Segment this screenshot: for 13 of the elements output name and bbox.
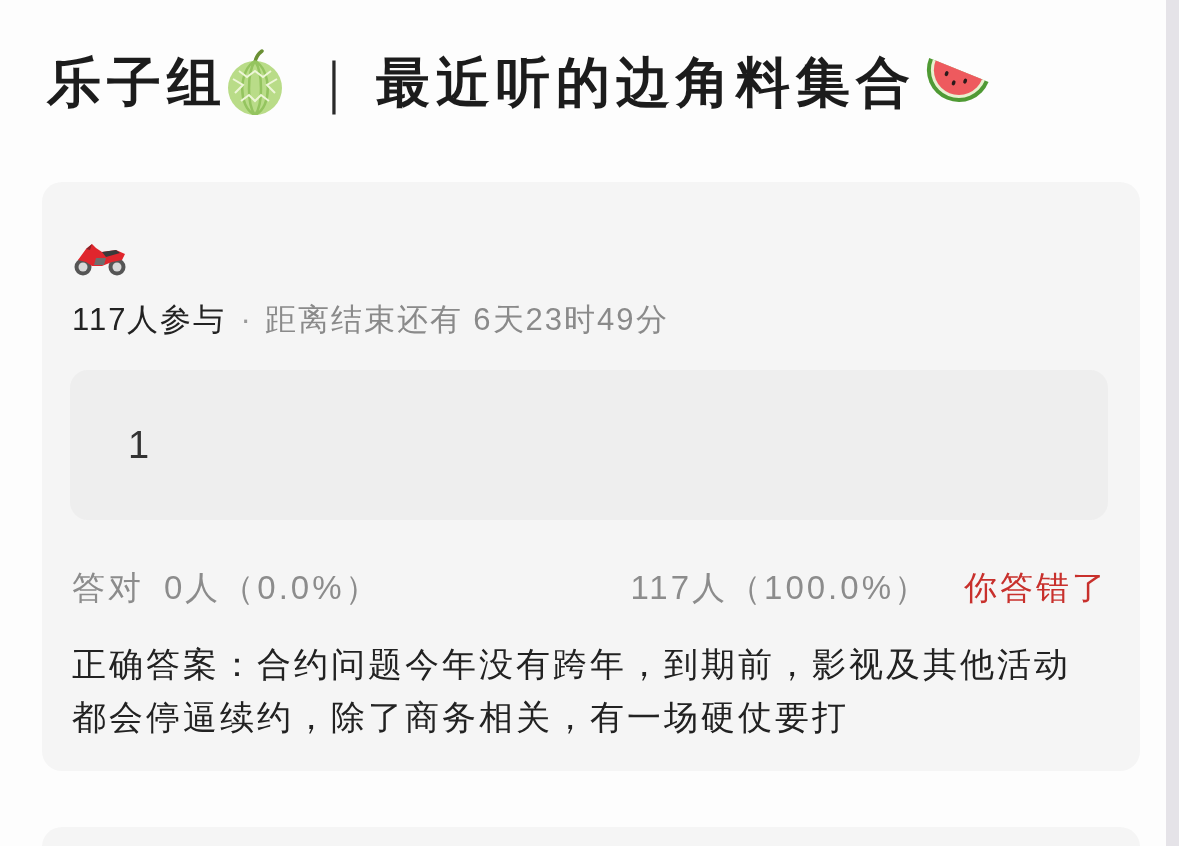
melon-icon — [225, 49, 285, 115]
answer-box: 1 — [70, 370, 1108, 520]
correct-stat: 0人（0.0%） — [164, 567, 381, 608]
correct-label: 答对 — [72, 567, 144, 608]
title-text: 乐子组 — [47, 51, 227, 114]
title-text: 最近听的边角料集合 — [376, 51, 916, 114]
countdown-text: 距离结束还有 6天23时49分 — [264, 301, 669, 339]
wrong-stat: 117人（100.0%） — [630, 567, 930, 608]
result-text: 你答错了 — [964, 567, 1108, 608]
meta-separator: · — [240, 302, 253, 338]
participant-count: 117人参与 — [72, 301, 227, 339]
title-separator: ｜ — [307, 50, 366, 114]
answer-explanation: 正确答案：合约问题今年没有跨年，到期前，影视及其他活动都会停逼续约，除了商务相关，有一场硬仗要打 — [72, 644, 1072, 738]
